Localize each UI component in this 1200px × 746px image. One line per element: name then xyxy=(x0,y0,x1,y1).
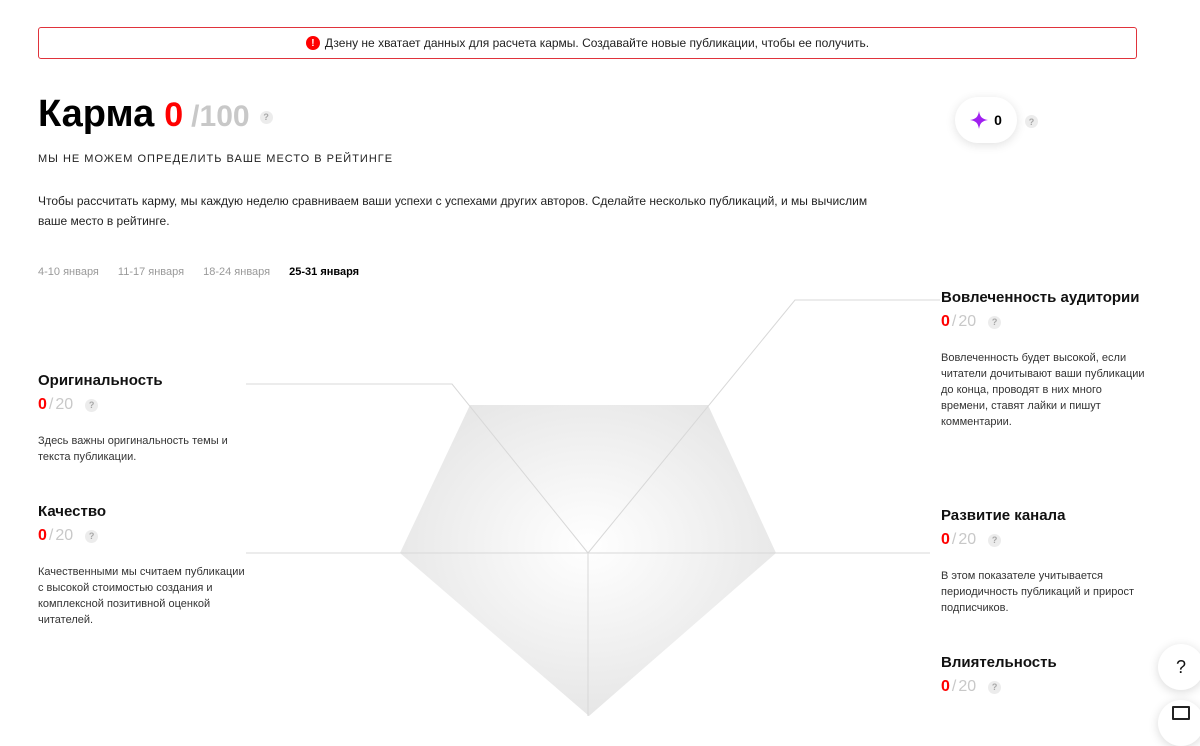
metric-influence: Влиятельность 0/20 ? xyxy=(941,654,1146,696)
metric-originality: Оригинальность 0/20 ? Здесь важны оригин… xyxy=(38,372,248,465)
metric-max: 20 xyxy=(958,313,977,330)
metric-value: 0 xyxy=(941,531,950,548)
metric-value: 0 xyxy=(38,527,47,544)
metric-growth: Развитие канала 0/20 ? В этом показателе… xyxy=(941,507,1146,616)
metric-quality: Качество 0/20 ? Качественными мы считаем… xyxy=(38,503,248,628)
metric-separator: / xyxy=(951,678,957,695)
help-button[interactable]: ? xyxy=(1158,644,1200,690)
window-icon xyxy=(1172,706,1190,720)
metric-separator: / xyxy=(48,396,54,413)
metric-description: Вовлеченность будет высокой, если читате… xyxy=(941,352,1145,428)
metric-engagement: Вовлеченность аудитории 0/20 ? Вовлеченн… xyxy=(941,289,1146,430)
metric-separator: / xyxy=(48,527,54,544)
metric-description: В этом показателе учитывается периодично… xyxy=(941,570,1134,614)
metric-value: 0 xyxy=(38,396,47,413)
metric-score: 0/20 ? xyxy=(38,527,248,545)
metric-max: 20 xyxy=(55,396,74,413)
metric-title: Развитие канала xyxy=(941,507,1066,524)
metric-title: Вовлеченность аудитории xyxy=(941,289,1140,306)
help-icon[interactable]: ? xyxy=(988,315,1002,329)
metric-title: Качество xyxy=(38,503,107,520)
metric-value: 0 xyxy=(941,678,950,695)
help-icon[interactable]: ? xyxy=(85,398,99,412)
metric-max: 20 xyxy=(55,527,74,544)
question-icon: ? xyxy=(1175,656,1186,677)
metric-title: Оригинальность xyxy=(38,372,163,389)
metric-separator: / xyxy=(951,313,957,330)
metric-separator: / xyxy=(951,531,957,548)
help-icon[interactable]: ? xyxy=(988,533,1002,547)
metric-title: Влиятельность xyxy=(941,654,1057,671)
metric-score: 0/20 ? xyxy=(941,678,1146,696)
metric-score: 0/20 ? xyxy=(941,531,1146,549)
metric-max: 20 xyxy=(958,678,977,695)
help-icon[interactable]: ? xyxy=(988,680,1002,694)
metric-description: Качественными мы считаем публикации с вы… xyxy=(38,566,245,626)
feedback-button[interactable] xyxy=(1158,700,1200,746)
metric-max: 20 xyxy=(958,531,977,548)
metric-description: Здесь важны оригинальность темы и текста… xyxy=(38,435,228,463)
metric-value: 0 xyxy=(941,313,950,330)
metric-score: 0/20 ? xyxy=(941,313,1146,331)
help-icon[interactable]: ? xyxy=(85,529,99,543)
metric-score: 0/20 ? xyxy=(38,396,248,414)
